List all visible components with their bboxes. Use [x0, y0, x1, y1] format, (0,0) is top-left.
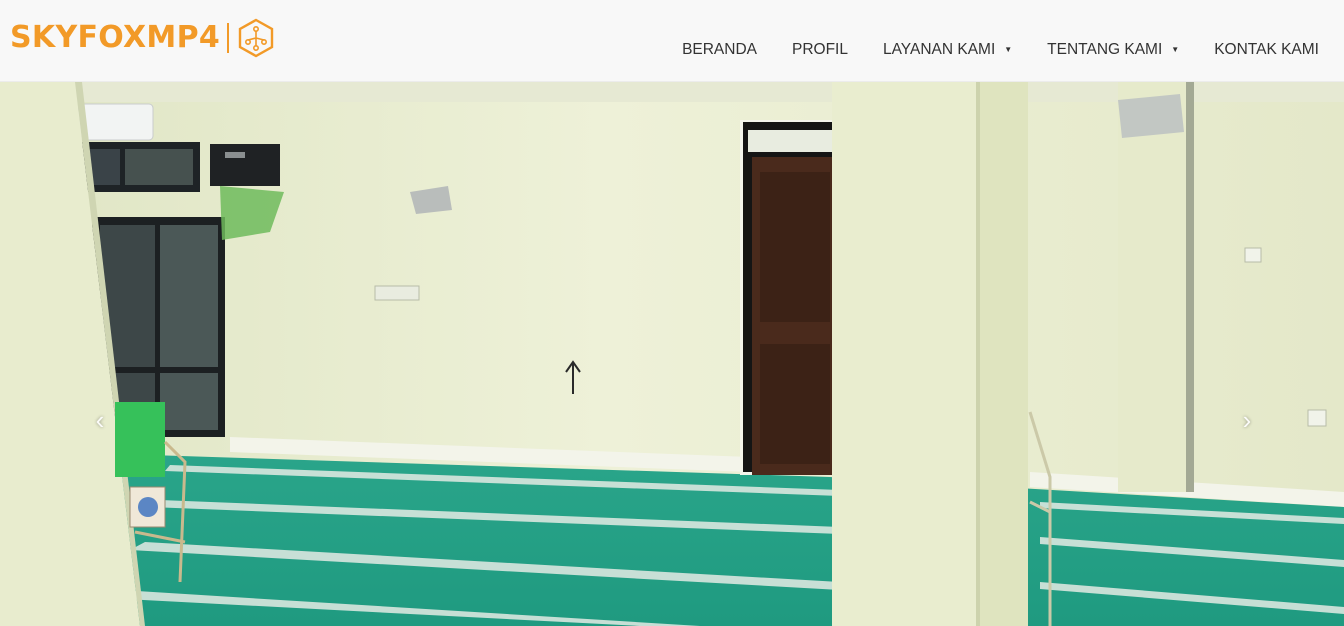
site-header: SKYFOXMP4 BERANDA PROFIL LAYANAN KAMI ▼ …: [0, 0, 1344, 82]
main-nav: BERANDA PROFIL LAYANAN KAMI ▼ TENTANG KA…: [647, 41, 1319, 59]
nav-label: KONTAK KAMI: [1214, 40, 1319, 58]
caret-down-icon: ▼: [1004, 45, 1013, 54]
nav-beranda[interactable]: BERANDA: [682, 41, 757, 59]
hero-carousel: ‹ ›: [0, 82, 1344, 626]
carousel-prev-button[interactable]: ‹: [80, 400, 120, 440]
nav-label: LAYANAN KAMI: [882, 40, 996, 58]
nav-label: BERANDA: [682, 40, 757, 58]
nav-label: TENTANG KAMI: [1047, 40, 1163, 58]
chevron-left-icon: ‹: [95, 404, 105, 435]
nav-label: PROFIL: [792, 40, 848, 58]
nav-layanan-kami[interactable]: LAYANAN KAMI ▼: [883, 41, 1012, 59]
nav-tentang-kami[interactable]: TENTANG KAMI ▼: [1047, 41, 1179, 59]
carousel-slide-image: [0, 82, 1344, 626]
nav-profil[interactable]: PROFIL: [792, 41, 848, 59]
brand-logo[interactable]: SKYFOXMP4: [10, 18, 276, 58]
hexagon-circuit-logo-icon: [238, 18, 274, 58]
chevron-right-icon: ›: [1242, 404, 1252, 435]
caret-down-icon: ▼: [1171, 45, 1180, 54]
brand-divider: [227, 23, 230, 53]
carousel-next-button[interactable]: ›: [1227, 400, 1267, 440]
brand-name: SKYFOXMP4: [10, 20, 221, 55]
nav-kontak-kami[interactable]: KONTAK KAMI: [1214, 41, 1319, 59]
